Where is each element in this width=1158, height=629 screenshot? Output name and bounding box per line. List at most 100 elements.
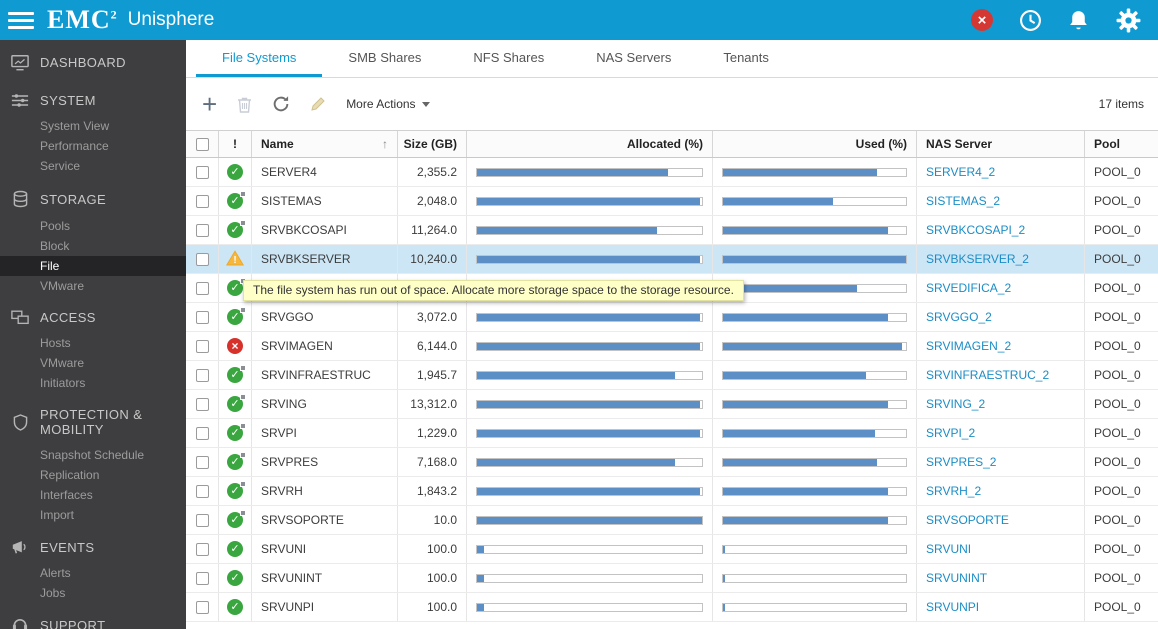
header-used-cell[interactable]: Used (%) (713, 131, 917, 157)
header-allocated-cell[interactable]: Allocated (%) (467, 131, 713, 157)
nas-server-link[interactable]: SRVINFRAESTRUC_2 (926, 368, 1049, 382)
settings-gear-icon[interactable] (1115, 7, 1142, 34)
nas-server-link[interactable]: SRVPRES_2 (926, 455, 996, 469)
sidebar-item-block[interactable]: Block (0, 236, 186, 256)
sidebar-item-file[interactable]: File (0, 256, 186, 276)
sidebar-item-hosts[interactable]: Hosts (0, 333, 186, 353)
sidebar-item-system-view[interactable]: System View (0, 116, 186, 136)
header-nas-server-cell[interactable]: NAS Server (917, 131, 1085, 157)
table-row[interactable]: ✓ SERVER4 2,355.2 SERVER4_2 POOL_0 (186, 158, 1158, 187)
sidebar-item-service[interactable]: Service (0, 156, 186, 176)
size-cell: 7,168.0 (398, 448, 467, 476)
table-row[interactable]: ✓ SRVBKCOSAPI 11,264.0 SRVBKCOSAPI_2 POOL_0 (186, 216, 1158, 245)
tab-nfs-shares[interactable]: NFS Shares (447, 40, 570, 77)
table-row[interactable]: × SRVIMAGEN 6,144.0 SRVIMAGEN_2 POOL_0 (186, 332, 1158, 361)
sidebar-section-support[interactable]: SUPPORT (0, 603, 186, 629)
delete-button[interactable] (237, 96, 252, 113)
row-checkbox[interactable] (195, 165, 209, 179)
nas-server-cell: SRVUNI (917, 535, 1085, 563)
table-row[interactable]: ✓ SRVING 13,312.0 SRVING_2 POOL_0 (186, 390, 1158, 419)
table-row[interactable]: ✓ SRVUNINT 100.0 SRVUNINT POOL_0 (186, 564, 1158, 593)
sidebar-item-alerts[interactable]: Alerts (0, 563, 186, 583)
bar-fill (723, 400, 888, 408)
nas-server-link[interactable]: SRVBKCOSAPI_2 (926, 223, 1025, 237)
row-checkbox[interactable] (195, 513, 209, 527)
row-checkbox[interactable] (195, 455, 209, 469)
nas-server-link[interactable]: SRVPI_2 (926, 426, 975, 440)
sidebar-item-initiators[interactable]: Initiators (0, 373, 186, 393)
nas-server-link[interactable]: SRVUNI (926, 542, 971, 556)
nas-server-link[interactable]: SRVRH_2 (926, 484, 981, 498)
table-row[interactable]: ✓ SRVINFRAESTRUC 1,945.7 SRVINFRAESTRUC_2 PO… (186, 361, 1158, 390)
row-checkbox[interactable] (195, 484, 209, 498)
refresh-button[interactable] (272, 95, 290, 113)
pool-name: POOL_0 (1094, 281, 1141, 295)
sidebar-item-snapshot-schedule[interactable]: Snapshot Schedule (0, 445, 186, 465)
table-row[interactable]: ✓ SRVPRES 7,168.0 SRVPRES_2 POOL_0 (186, 448, 1158, 477)
add-button[interactable]: + (202, 91, 217, 117)
sidebar-section-system[interactable]: SYSTEM (0, 79, 186, 116)
header-name-cell[interactable]: Name ↑ (252, 131, 398, 157)
nas-server-link[interactable]: SRVEDIFICA_2 (926, 281, 1011, 295)
nas-server-link[interactable]: SRVUNINT (926, 571, 987, 585)
jobs-clock-icon[interactable] (1019, 9, 1042, 32)
header-size-cell[interactable]: Size (GB) (398, 131, 467, 157)
row-checkbox[interactable] (195, 310, 209, 324)
notifications-bell-icon[interactable] (1068, 9, 1089, 32)
row-checkbox[interactable] (195, 339, 209, 353)
sidebar-item-vmware[interactable]: VMware (0, 353, 186, 373)
header-pool-cell[interactable]: Pool (1085, 131, 1158, 157)
table-row[interactable]: ✓ SRVUNI 100.0 SRVUNI POOL_0 (186, 535, 1158, 564)
table-row[interactable]: ✓ SRVPI 1,229.0 SRVPI_2 POOL_0 (186, 419, 1158, 448)
edit-button[interactable] (310, 96, 326, 112)
sidebar-section-access[interactable]: ACCESS (0, 296, 186, 333)
file-system-size: 7,168.0 (416, 455, 457, 469)
row-checkbox[interactable] (195, 252, 209, 266)
nas-server-link[interactable]: SRVIMAGEN_2 (926, 339, 1011, 353)
sidebar-section-dashboard[interactable]: DASHBOARD (0, 40, 186, 79)
more-actions-label: More Actions (346, 97, 416, 111)
nas-server-link[interactable]: SRVBKSERVER_2 (926, 252, 1029, 266)
system-error-icon[interactable]: × (971, 9, 993, 31)
sidebar-item-pools[interactable]: Pools (0, 216, 186, 236)
checkbox-cell (186, 187, 219, 215)
row-checkbox[interactable] (195, 281, 209, 295)
tab-nas-servers[interactable]: NAS Servers (570, 40, 697, 77)
nas-server-link[interactable]: SRVUNPI (926, 600, 979, 614)
sidebar-item-jobs[interactable]: Jobs (0, 583, 186, 603)
tab-smb-shares[interactable]: SMB Shares (322, 40, 447, 77)
row-checkbox[interactable] (195, 194, 209, 208)
table-row[interactable]: ✓ SISTEMAS 2,048.0 SISTEMAS_2 POOL_0 (186, 187, 1158, 216)
table-row[interactable]: ! SRVBKSERVER 10,240.0 SRVBKSERVER_2 POOL_0 (186, 245, 1158, 274)
sidebar-item-performance[interactable]: Performance (0, 136, 186, 156)
row-checkbox[interactable] (195, 368, 209, 382)
sidebar-item-vmware[interactable]: VMware (0, 276, 186, 296)
sidebar-item-interfaces[interactable]: Interfaces (0, 485, 186, 505)
sidebar-item-import[interactable]: Import (0, 505, 186, 525)
nas-server-link[interactable]: SRVING_2 (926, 397, 985, 411)
pool-cell: POOL_0 (1085, 419, 1158, 447)
row-checkbox[interactable] (195, 600, 209, 614)
tab-file-systems[interactable]: File Systems (196, 40, 323, 77)
row-checkbox[interactable] (195, 571, 209, 585)
tab-tenants[interactable]: Tenants (697, 40, 795, 77)
sidebar-item-replication[interactable]: Replication (0, 465, 186, 485)
nas-server-link[interactable]: SISTEMAS_2 (926, 194, 1000, 208)
row-checkbox[interactable] (195, 426, 209, 440)
sidebar-section-storage[interactable]: STORAGE (0, 176, 186, 216)
table-row[interactable]: ✓ SRVGGO 3,072.0 SRVGGO_2 POOL_0 (186, 303, 1158, 332)
menu-icon[interactable] (8, 8, 34, 33)
select-all-checkbox[interactable] (195, 137, 209, 151)
row-checkbox[interactable] (195, 223, 209, 237)
more-actions-button[interactable]: More Actions (346, 97, 430, 111)
sidebar-section-events[interactable]: EVENTS (0, 525, 186, 563)
row-checkbox[interactable] (195, 397, 209, 411)
row-checkbox[interactable] (195, 542, 209, 556)
table-row[interactable]: ✓ SRVRH 1,843.2 SRVRH_2 POOL_0 (186, 477, 1158, 506)
table-row[interactable]: ✓ SRVSOPORTE 10.0 SRVSOPORTE POOL_0 (186, 506, 1158, 535)
sidebar-section-protection-mobility[interactable]: PROTECTION & MOBILITY (0, 393, 186, 445)
nas-server-link[interactable]: SRVSOPORTE (926, 513, 1009, 527)
nas-server-link[interactable]: SRVGGO_2 (926, 310, 992, 324)
table-row[interactable]: ✓ SRVUNPI 100.0 SRVUNPI POOL_0 (186, 593, 1158, 622)
nas-server-link[interactable]: SERVER4_2 (926, 165, 995, 179)
